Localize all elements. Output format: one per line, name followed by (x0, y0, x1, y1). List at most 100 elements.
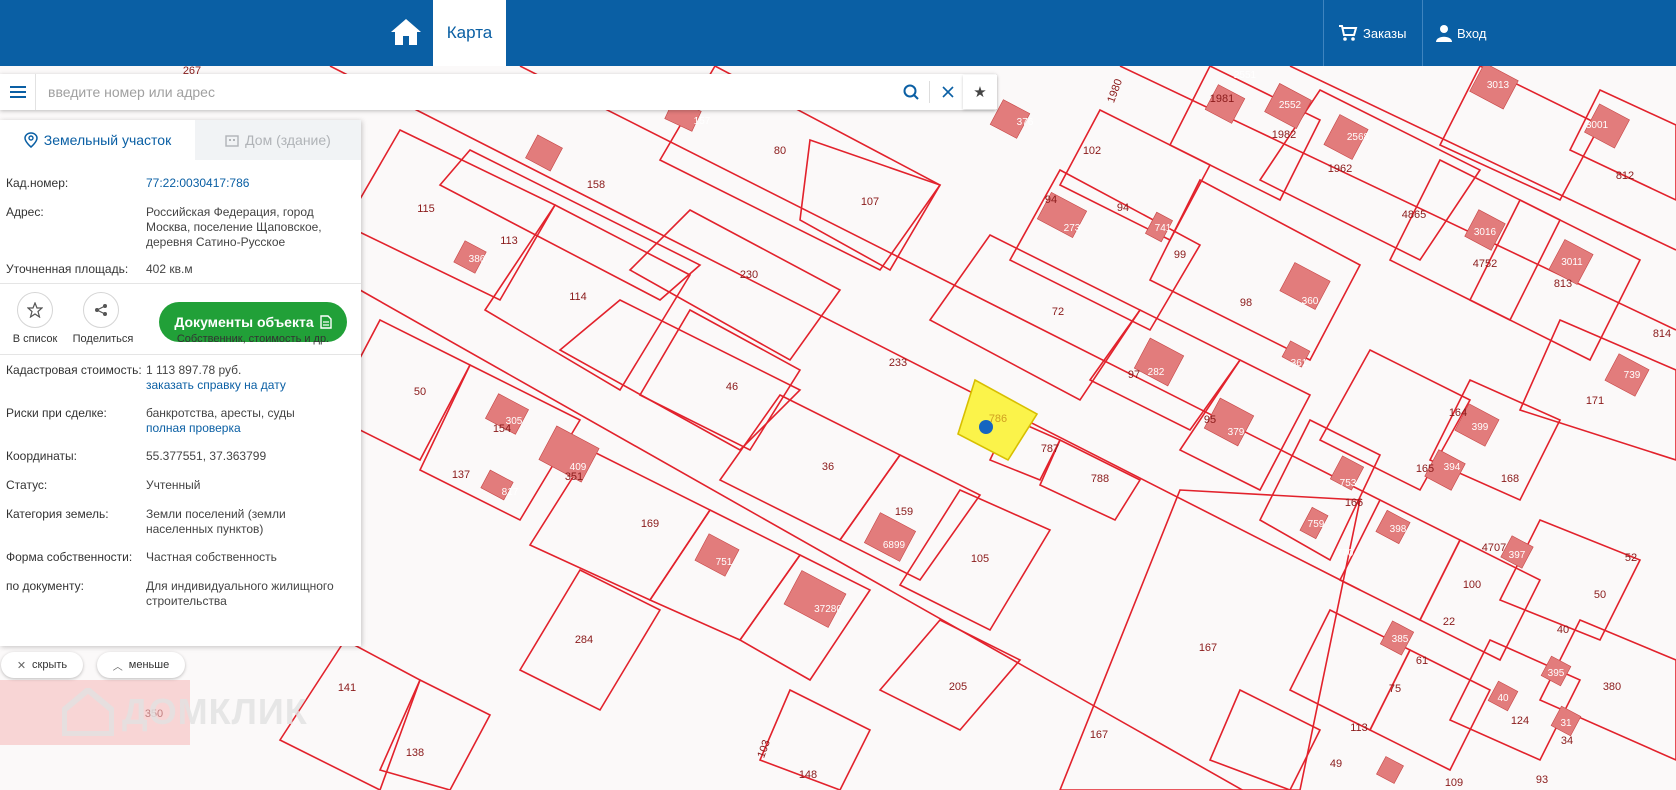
building-label: 3016 (1474, 227, 1497, 238)
hide-panel-label: скрыть (32, 659, 68, 671)
building (1133, 337, 1185, 387)
cart-icon (1339, 25, 1358, 41)
parcel-label: 124 (1511, 715, 1529, 727)
favorites-button[interactable]: ★ (963, 75, 997, 109)
parcel-boundary (1438, 66, 1602, 202)
parcel-label: 94 (1117, 202, 1129, 214)
collapse-panel-button[interactable]: ︿ меньше (97, 652, 185, 678)
share-label: Поделиться (72, 333, 134, 345)
parcel-boundary (878, 619, 1022, 731)
parcel-label: 786 (989, 413, 1007, 425)
orders-link[interactable]: Заказы (1338, 20, 1406, 46)
full-check-link[interactable]: полная проверка (146, 421, 351, 436)
parcel-label: 813 (1554, 278, 1572, 290)
collapse-panel-label: меньше (128, 659, 170, 671)
building-label: 305 (506, 416, 523, 427)
label: Кадастровая стоимость: (6, 363, 142, 377)
menu-button[interactable] (0, 74, 36, 110)
add-to-list-button[interactable] (17, 292, 53, 328)
star-icon: ★ (973, 84, 987, 101)
cadastral-cost-row: Кадастровая стоимость: 1 113 897.78 руб.… (6, 363, 351, 393)
label: Категория земель: (6, 507, 109, 521)
cadastral-number-row: Кад.номер: 77:22:0030417:786 (6, 176, 351, 191)
parcel-label: 107 (861, 196, 879, 208)
parcel-boundary (343, 128, 557, 302)
panel-tabs: Земельный участок Дом (здание) (0, 120, 361, 160)
top-navigation-bar: Карта Заказы Вход (0, 0, 1676, 66)
parcel-label: 61 (1416, 655, 1428, 667)
parcel-label: 380 (1603, 681, 1621, 693)
parcel-boundary (1058, 108, 1212, 242)
object-documents-label: Документы объекта (174, 314, 314, 330)
parcel-label: 1962 (1328, 163, 1352, 175)
brand-watermark: ДОМКЛИК (62, 688, 308, 736)
parcel-label: 167 (1090, 729, 1108, 741)
building-label: 3001 (1586, 120, 1609, 131)
parcel-label: 205 (949, 681, 967, 693)
cadastral-number-link[interactable]: 77:22:0030417:786 (146, 176, 351, 191)
tab-map[interactable]: Карта (433, 0, 506, 66)
parcel-label: 233 (889, 357, 907, 369)
parcel-label: 115 (417, 203, 435, 215)
parcel-boundary (1498, 518, 1642, 642)
parcel-label: 80 (774, 145, 786, 157)
document-use-value: Для индивидуального жилищного строительс… (146, 579, 334, 608)
tab-land-plot[interactable]: Земельный участок (0, 120, 195, 160)
object-documents-caption: Собственник, стоимость и др. (176, 333, 330, 345)
parcel-label: 114 (569, 291, 587, 303)
hide-panel-button[interactable]: ✕ скрыть (1, 652, 83, 678)
login-link[interactable]: Вход (1436, 20, 1486, 46)
share-button[interactable] (83, 292, 119, 328)
search-input[interactable] (36, 75, 893, 109)
building-label: 394 (1444, 462, 1461, 473)
building-label: 2551 (1234, 70, 1257, 81)
building-label: 6899 (883, 540, 906, 551)
label: Статус: (6, 478, 48, 492)
divider (1323, 0, 1324, 66)
parcel-label: 159 (895, 506, 913, 518)
home-icon[interactable] (386, 14, 426, 50)
search-button[interactable] (893, 74, 929, 110)
coordinates-row: Координаты: 55.377551, 37.363799 (6, 449, 351, 464)
label: Риски при сделке: (6, 406, 107, 420)
deal-risks-row: Риски при сделке: банкротства, аресты, с… (6, 406, 351, 436)
area-value: 402 кв.м (146, 262, 193, 276)
parcel-label: 164 (1449, 407, 1467, 419)
parcel-label: 72 (1052, 306, 1064, 318)
parcel-label: 788 (1091, 473, 1109, 485)
order-certificate-link[interactable]: заказать справку на дату (146, 378, 351, 393)
parcel-label: 50 (1594, 589, 1606, 601)
parcel-boundary (329, 66, 1361, 591)
building-label: 759 (1308, 519, 1325, 530)
tab-land-plot-label: Земельный участок (43, 132, 172, 148)
divider (0, 283, 361, 284)
parcel-label: 1982 (1272, 129, 1296, 141)
label: Форма собственности: (6, 550, 133, 564)
cadastral-cost-block: 1 113 897.78 руб. заказать справку на да… (146, 363, 351, 393)
building (694, 533, 740, 577)
parcel-label: 22 (1443, 616, 1455, 628)
user-icon (1436, 25, 1452, 42)
building-label: 741 (1155, 223, 1172, 234)
divider (1422, 0, 1423, 66)
building-label: 3011 (1561, 257, 1583, 268)
building-icon (225, 135, 239, 147)
land-category-row: Категория земель: Земли поселений (земли… (6, 507, 351, 537)
house-logo-icon (62, 688, 114, 736)
parcel-boundary (1518, 318, 1676, 461)
map-pin-icon (24, 132, 38, 148)
parcel-boundary (1168, 66, 1322, 202)
parcel-label: 1980 (1105, 77, 1125, 104)
building (1376, 756, 1404, 784)
tab-building[interactable]: Дом (здание) (195, 120, 361, 160)
clear-button[interactable] (930, 74, 966, 110)
parcel-label: 787 (1041, 443, 1059, 455)
parcel-label: 100 (1463, 579, 1481, 591)
building-label: 751 (716, 557, 733, 568)
parcel-label: 99 (1174, 249, 1186, 261)
building-label: 817 (502, 487, 519, 498)
parcel-label: 98 (1240, 297, 1252, 309)
building (783, 570, 847, 628)
parcel-boundary (378, 678, 492, 790)
parcel-label: 814 (1653, 328, 1671, 340)
